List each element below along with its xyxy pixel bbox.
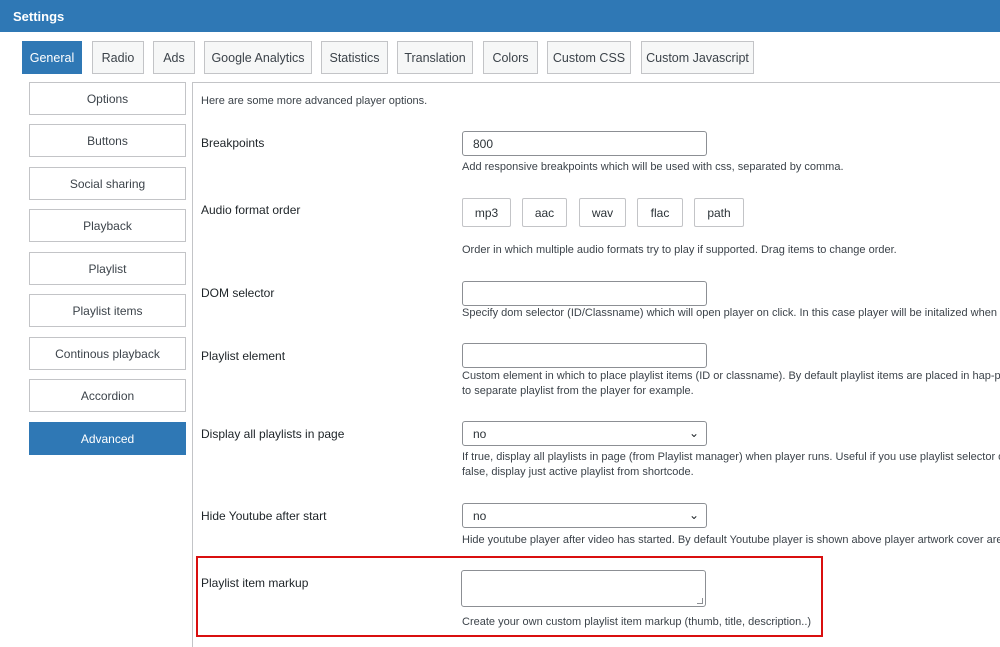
intro-text: Here are some more advanced player optio… <box>201 95 428 107</box>
hide-youtube-label: Hide Youtube after start <box>201 509 327 523</box>
playlist-element-description-2: to separate playlist from the player for… <box>462 385 694 397</box>
tab-general[interactable]: General <box>22 41 82 74</box>
display-all-value: no <box>473 427 487 441</box>
sidebar-item-buttons[interactable]: Buttons <box>29 124 186 157</box>
item-markup-textarea[interactable] <box>461 570 706 607</box>
playlist-element-description-1: Custom element in which to place playlis… <box>462 370 1000 382</box>
format-chip-wav[interactable]: wav <box>579 198 626 227</box>
display-all-description-1: If true, display all playlists in page (… <box>462 451 1000 463</box>
content-border-left <box>192 82 193 647</box>
tab-translation[interactable]: Translation <box>397 41 473 74</box>
sidebar-item-playlist[interactable]: Playlist <box>29 252 186 285</box>
sidebar-item-playback[interactable]: Playback <box>29 209 186 242</box>
content-border-top <box>192 82 1000 83</box>
sidebar-item-continous-playback[interactable]: Continous playback <box>29 337 186 370</box>
breakpoints-description: Add responsive breakpoints which will be… <box>462 161 844 173</box>
format-chip-flac[interactable]: flac <box>637 198 683 227</box>
sidebar-item-advanced[interactable]: Advanced <box>29 422 186 455</box>
tab-bar: General Radio Ads Google Analytics Stati… <box>0 32 1000 83</box>
breakpoints-input[interactable] <box>462 131 707 156</box>
hide-youtube-description: Hide youtube player after video has star… <box>462 534 1000 546</box>
hide-youtube-value: no <box>473 509 487 523</box>
format-chip-mp3[interactable]: mp3 <box>462 198 511 227</box>
display-all-label: Display all playlists in page <box>201 427 345 441</box>
item-markup-description: Create your own custom playlist item mar… <box>462 616 812 628</box>
playlist-element-label: Playlist element <box>201 349 286 363</box>
sidebar-item-options[interactable]: Options <box>29 82 186 115</box>
sidebar-item-social-sharing[interactable]: Social sharing <box>29 167 186 200</box>
tab-custom-javascript[interactable]: Custom Javascript <box>641 41 754 74</box>
sidebar-item-accordion[interactable]: Accordion <box>29 379 186 412</box>
tab-google-analytics[interactable]: Google Analytics <box>204 41 312 74</box>
tab-statistics[interactable]: Statistics <box>321 41 388 74</box>
hide-youtube-select[interactable]: no ⌄ <box>462 503 707 528</box>
chevron-down-icon: ⌄ <box>688 426 699 440</box>
breakpoints-label: Breakpoints <box>201 136 265 150</box>
playlist-element-input[interactable] <box>462 343 707 368</box>
chevron-down-icon: ⌄ <box>688 508 699 522</box>
display-all-description-2: false, display just active playlist from… <box>462 466 694 478</box>
audio-format-label: Audio format order <box>201 203 301 217</box>
format-chip-path[interactable]: path <box>694 198 744 227</box>
page-title: Settings <box>13 9 65 24</box>
tab-colors[interactable]: Colors <box>483 41 538 74</box>
dom-selector-label: DOM selector <box>201 286 275 300</box>
format-chip-aac[interactable]: aac <box>522 198 567 227</box>
tab-radio[interactable]: Radio <box>92 41 144 74</box>
dom-selector-description: Specify dom selector (ID/Classname) whic… <box>462 307 1000 319</box>
resize-handle-icon[interactable] <box>697 598 703 604</box>
tab-ads[interactable]: Ads <box>153 41 195 74</box>
item-markup-label: Playlist item markup <box>201 576 309 590</box>
dom-selector-input[interactable] <box>462 281 707 306</box>
top-bar: Settings <box>0 0 1000 32</box>
sidebar-item-playlist-items[interactable]: Playlist items <box>29 294 186 327</box>
display-all-select[interactable]: no ⌄ <box>462 421 707 446</box>
tab-custom-css[interactable]: Custom CSS <box>547 41 631 74</box>
audio-format-description: Order in which multiple audio formats tr… <box>462 244 897 256</box>
